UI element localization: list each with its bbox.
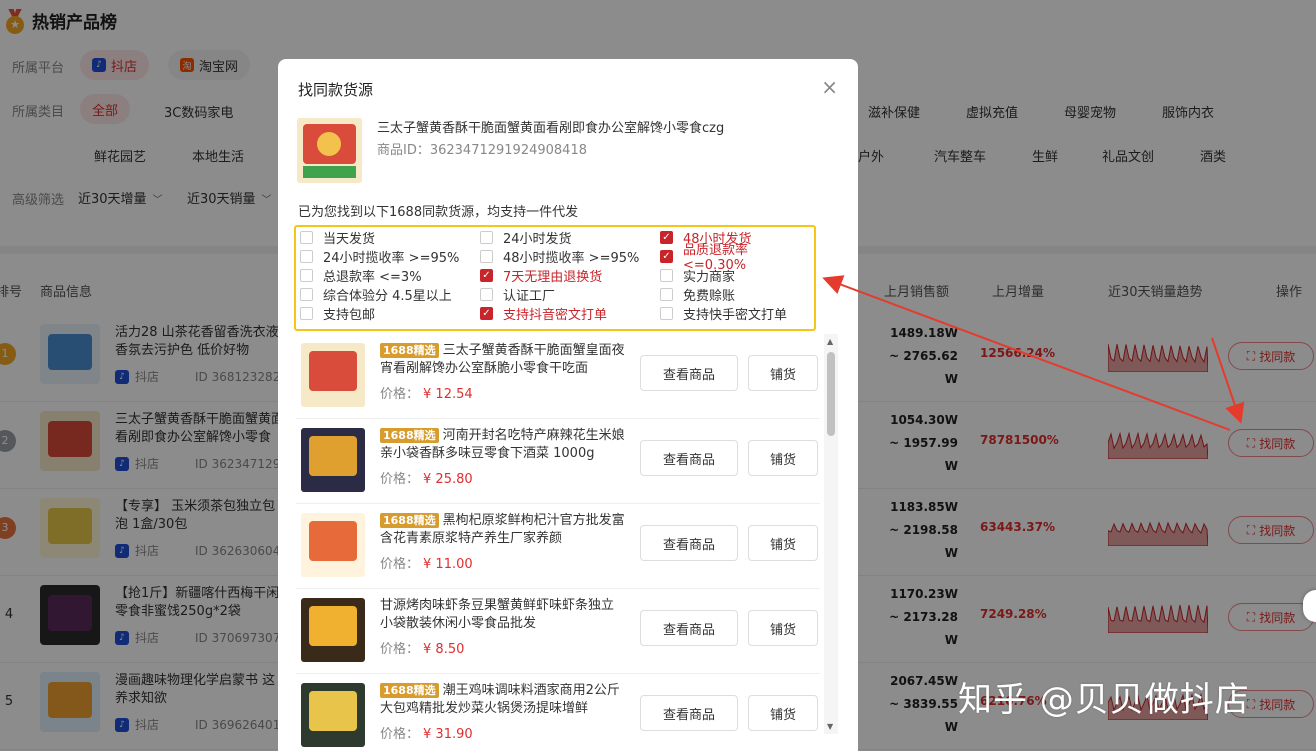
option-label: 48小时揽收率 >=95% [503,250,640,266]
find-source-modal: 找同款货源 × 三太子蟹黄香酥干脆面蟹黄面看剐即食办公室解馋小零食czg 商品I… [278,59,858,751]
scroll-down-icon[interactable]: ▼ [827,722,833,731]
option-label: 7天无理由退换货 [503,269,603,285]
source-item-price: 价格： ¥ 25.80 [380,472,473,487]
source-item: 甘源烤肉味虾条豆果蟹黄鲜虾味虾条独立小袋散装休闲小零食品批发 价格： ¥ 8.50… [296,589,820,674]
checkbox[interactable]: ✓ [660,249,673,263]
option-label: 支持包邮 [323,307,376,323]
option-label: 实力商家 [683,269,736,285]
badge-1688: 1688精选 [380,513,439,528]
option-label: 支持抖音密文打单 [503,307,608,323]
source-item: 1688精选 河南开封名吃特产麻辣花生米娘亲小袋香酥多味豆零食下酒菜 1000g … [296,419,820,504]
distribute-button[interactable]: 铺货 [748,355,818,391]
source-product-name: 三太子蟹黄香酥干脆面蟹黄面看剐即食办公室解馋小零食czg [377,121,725,136]
option-label: 总退款率 <=3% [323,269,422,285]
source-item-name[interactable]: 1688精选 潮王鸡味调味料酒家商用2公斤大包鸡精批发炒菜火锅煲汤提味增鲜 [380,682,626,718]
checkbox[interactable] [660,287,673,301]
scrollbar[interactable]: ▲ ▼ [824,334,838,734]
filter-option[interactable]: 24小时揽收率 >=95% [300,247,460,266]
filter-option[interactable]: 当天发货 [300,228,376,247]
view-product-button[interactable]: 查看商品 [640,695,738,731]
source-item-image [301,343,365,407]
source-item: 1688精选 黑枸杞原浆鲜枸杞汁官方批发富含花青素原浆特产养生厂家养颜 价格： ¥ … [296,504,820,589]
filter-options: 当天发货 24小时发货 ✓ 48小时发货 24小时揽收率 >=95% 48小时揽收率 >=… [294,225,816,331]
checkbox[interactable] [300,287,313,301]
filter-option[interactable]: 实力商家 [660,266,736,285]
source-item-name[interactable]: 甘源烤肉味虾条豆果蟹黄鲜虾味虾条独立小袋散装休闲小零食品批发 [380,597,626,633]
checkbox[interactable] [300,268,313,282]
source-list: 1688精选 三太子蟹黄香酥干脆面蟹皇面夜宵看剐解馋办公室酥脆小零食干吃面 价格：… [296,334,820,751]
modal-title: 找同款货源 [298,81,374,99]
checkbox[interactable]: ✓ [480,268,493,282]
badge-1688: 1688精选 [380,428,439,443]
source-item-price: 价格： ¥ 12.54 [380,387,473,402]
view-product-button[interactable]: 查看商品 [640,355,738,391]
badge-1688: 1688精选 [380,683,439,698]
source-item-name[interactable]: 1688精选 黑枸杞原浆鲜枸杞汁官方批发富含花青素原浆特产养生厂家养颜 [380,512,626,548]
view-product-button[interactable]: 查看商品 [640,440,738,476]
source-item-name[interactable]: 1688精选 河南开封名吃特产麻辣花生米娘亲小袋香酥多味豆零食下酒菜 1000g [380,427,626,463]
distribute-button[interactable]: 铺货 [748,440,818,476]
distribute-button[interactable]: 铺货 [748,610,818,646]
option-label: 认证工厂 [503,288,556,304]
checkbox[interactable] [660,268,673,282]
source-item-image [301,598,365,662]
checkbox[interactable] [480,249,493,263]
source-item-image [301,683,365,747]
source-item-image [301,513,365,577]
filter-option[interactable]: 支持包邮 [300,304,376,323]
source-item-price: 价格： ¥ 8.50 [380,642,465,657]
option-label: 综合体验分 4.5星以上 [323,288,452,304]
distribute-button[interactable]: 铺货 [748,695,818,731]
option-label: 免费赊账 [683,288,736,304]
filter-option[interactable]: 免费赊账 [660,285,736,304]
filter-option[interactable]: 综合体验分 4.5星以上 [300,285,452,304]
badge-1688: 1688精选 [380,343,439,358]
checkbox[interactable] [660,306,673,320]
source-product-id: 商品ID：3623471291924908418 [377,143,587,158]
view-product-button[interactable]: 查看商品 [640,610,738,646]
close-icon[interactable]: × [821,77,838,97]
watermark: 知乎 @贝贝做抖店 [958,680,1250,720]
option-label: 24小时揽收率 >=95% [323,250,460,266]
checkbox[interactable] [300,249,313,263]
scrollbar-thumb[interactable] [827,352,835,436]
filter-option[interactable]: ✓ 支持抖音密文打单 [480,304,608,323]
option-label: 24小时发货 [503,231,572,247]
scroll-up-icon[interactable]: ▲ [827,337,833,346]
filter-option[interactable]: 48小时揽收率 >=95% [480,247,640,266]
side-float-button[interactable] [1303,590,1316,622]
source-product-image [297,118,362,183]
found-summary: 已为您找到以下1688同款货源，均支持一件代发 [298,205,579,220]
filter-option[interactable]: 认证工厂 [480,285,556,304]
checkbox[interactable]: ✓ [660,230,673,244]
checkbox[interactable] [300,306,313,320]
filter-option[interactable]: 24小时发货 [480,228,572,247]
source-item-image [301,428,365,492]
checkbox[interactable] [480,287,493,301]
view-product-button[interactable]: 查看商品 [640,525,738,561]
option-label: 当天发货 [323,231,376,247]
checkbox[interactable] [300,230,313,244]
checkbox[interactable]: ✓ [480,306,493,320]
source-item-price: 价格： ¥ 31.90 [380,727,473,742]
filter-option[interactable]: 支持快手密文打单 [660,304,788,323]
checkbox[interactable] [480,230,493,244]
filter-option[interactable]: ✓ 7天无理由退换货 [480,266,603,285]
distribute-button[interactable]: 铺货 [748,525,818,561]
source-item-name[interactable]: 1688精选 三太子蟹黄香酥干脆面蟹皇面夜宵看剐解馋办公室酥脆小零食干吃面 [380,342,626,378]
option-label: 支持快手密文打单 [683,307,788,323]
source-item: 1688精选 潮王鸡味调味料酒家商用2公斤大包鸡精批发炒菜火锅煲汤提味增鲜 价格：… [296,674,820,751]
filter-option[interactable]: 总退款率 <=3% [300,266,422,285]
filter-option[interactable]: ✓ 品质退款率 <=0.30% [660,243,814,273]
source-item-price: 价格： ¥ 11.00 [380,557,473,572]
source-item: 1688精选 三太子蟹黄香酥干脆面蟹皇面夜宵看剐解馋办公室酥脆小零食干吃面 价格：… [296,334,820,419]
